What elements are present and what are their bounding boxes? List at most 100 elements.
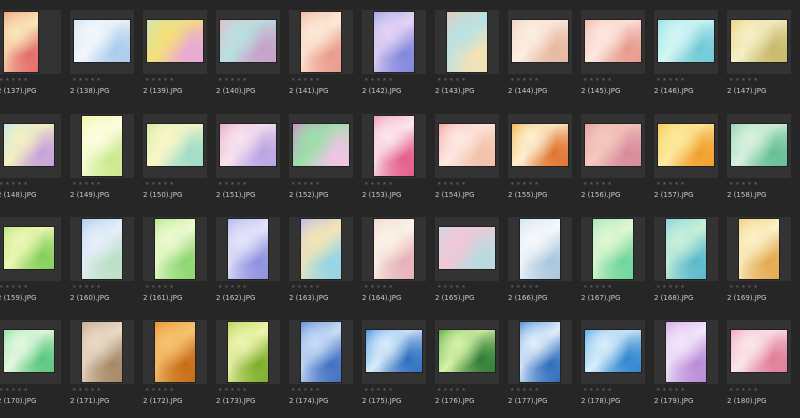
thumbnail-item[interactable]: ★★★★★ 2 (146).JPG [654, 8, 727, 108]
thumbnail-item[interactable]: ★★★★★ 2 (153).JPG [362, 112, 435, 212]
rating-stars[interactable]: ★★★★★ [510, 387, 540, 393]
thumbnail-item[interactable]: ★★★★★ 2 (163).JPG [289, 215, 362, 315]
thumbnail-image[interactable] [366, 330, 422, 372]
thumbnail-item[interactable]: ★★★★★ 2 (162).JPG [216, 215, 289, 315]
thumbnail-item[interactable]: ★★★★★ 2 (140).JPG [216, 8, 289, 108]
thumbnail-image[interactable] [4, 330, 54, 372]
rating-stars[interactable]: ★★★★★ [656, 181, 686, 187]
rating-stars[interactable]: ★★★★★ [291, 387, 321, 393]
rating-stars[interactable]: ★★★★★ [364, 181, 394, 187]
thumbnail-item[interactable]: ★★★★★ 2 (154).JPG [435, 112, 508, 212]
thumbnail-item[interactable]: ★★★★★ 2 (151).JPG [216, 112, 289, 212]
rating-stars[interactable]: ★★★★★ [72, 284, 102, 290]
rating-stars[interactable]: ★★★★★ [729, 284, 759, 290]
rating-stars[interactable]: ★★★★★ [145, 181, 175, 187]
thumbnail-image[interactable] [155, 322, 195, 382]
thumbnail-image[interactable] [82, 116, 122, 176]
thumbnail-image[interactable] [301, 219, 341, 279]
rating-stars[interactable]: ★★★★★ [729, 181, 759, 187]
rating-stars[interactable]: ★★★★★ [583, 284, 613, 290]
rating-stars[interactable]: ★★★★★ [0, 284, 29, 290]
thumbnail-item[interactable]: ★★★★★ 2 (172).JPG [143, 318, 216, 418]
rating-stars[interactable]: ★★★★★ [437, 181, 467, 187]
rating-stars[interactable]: ★★★★★ [72, 181, 102, 187]
thumbnail-image[interactable] [147, 20, 203, 62]
thumbnail-image[interactable] [666, 219, 706, 279]
thumbnail-item[interactable]: ★★★★★ 2 (139).JPG [143, 8, 216, 108]
thumbnail-image[interactable] [220, 124, 276, 166]
thumbnail-item[interactable]: ★★★★★ 2 (168).JPG [654, 215, 727, 315]
thumbnail-image[interactable] [147, 124, 203, 166]
thumbnail-image[interactable] [228, 219, 268, 279]
thumbnail-item[interactable]: ★★★★★ 2 (178).JPG [581, 318, 654, 418]
thumbnail-item[interactable]: ★★★★★ 2 (177).JPG [508, 318, 581, 418]
rating-stars[interactable]: ★★★★★ [291, 181, 321, 187]
thumbnail-item[interactable]: ★★★★★ 2 (150).JPG [143, 112, 216, 212]
rating-stars[interactable]: ★★★★★ [145, 387, 175, 393]
thumbnail-item[interactable]: ★★★★★ 2 (159).JPG [0, 215, 70, 315]
thumbnail-image[interactable] [585, 330, 641, 372]
thumbnail-item[interactable]: ★★★★★ 2 (155).JPG [508, 112, 581, 212]
rating-stars[interactable]: ★★★★★ [218, 284, 248, 290]
rating-stars[interactable]: ★★★★★ [656, 284, 686, 290]
thumbnail-image[interactable] [4, 12, 38, 72]
thumbnail-image[interactable] [520, 322, 560, 382]
thumbnail-item[interactable]: ★★★★★ 2 (156).JPG [581, 112, 654, 212]
thumbnail-item[interactable]: ★★★★★ 2 (164).JPG [362, 215, 435, 315]
thumbnail-item[interactable]: ★★★★★ 2 (179).JPG [654, 318, 727, 418]
rating-stars[interactable]: ★★★★★ [729, 387, 759, 393]
thumbnail-image[interactable] [739, 219, 779, 279]
thumbnail-item[interactable]: ★★★★★ 2 (138).JPG [70, 8, 143, 108]
rating-stars[interactable]: ★★★★★ [291, 284, 321, 290]
thumbnail-item[interactable]: ★★★★★ 2 (170).JPG [0, 318, 70, 418]
rating-stars[interactable]: ★★★★★ [145, 284, 175, 290]
rating-stars[interactable]: ★★★★★ [218, 181, 248, 187]
rating-stars[interactable]: ★★★★★ [364, 77, 394, 83]
thumbnail-image[interactable] [301, 12, 341, 72]
rating-stars[interactable]: ★★★★★ [218, 77, 248, 83]
thumbnail-item[interactable]: ★★★★★ 2 (167).JPG [581, 215, 654, 315]
thumbnail-image[interactable] [520, 219, 560, 279]
thumbnail-image[interactable] [658, 124, 714, 166]
thumbnail-image[interactable] [447, 12, 487, 72]
thumbnail-image[interactable] [593, 219, 633, 279]
rating-stars[interactable]: ★★★★★ [510, 284, 540, 290]
thumbnail-item[interactable]: ★★★★★ 2 (171).JPG [70, 318, 143, 418]
thumbnail-item[interactable]: ★★★★★ 2 (157).JPG [654, 112, 727, 212]
thumbnail-image[interactable] [512, 124, 568, 166]
rating-stars[interactable]: ★★★★★ [0, 181, 29, 187]
thumbnail-image[interactable] [374, 219, 414, 279]
rating-stars[interactable]: ★★★★★ [583, 77, 613, 83]
rating-stars[interactable]: ★★★★★ [437, 284, 467, 290]
rating-stars[interactable]: ★★★★★ [145, 77, 175, 83]
rating-stars[interactable]: ★★★★★ [656, 387, 686, 393]
thumbnail-item[interactable]: ★★★★★ 2 (169).JPG [727, 215, 800, 315]
rating-stars[interactable]: ★★★★★ [218, 387, 248, 393]
thumbnail-image[interactable] [301, 322, 341, 382]
thumbnail-item[interactable]: ★★★★★ 2 (160).JPG [70, 215, 143, 315]
thumbnail-item[interactable]: ★★★★★ 2 (149).JPG [70, 112, 143, 212]
thumbnail-image[interactable] [220, 20, 276, 62]
thumbnail-item[interactable]: ★★★★★ 2 (158).JPG [727, 112, 800, 212]
thumbnail-image[interactable] [439, 330, 495, 372]
thumbnail-item[interactable]: ★★★★★ 2 (144).JPG [508, 8, 581, 108]
rating-stars[interactable]: ★★★★★ [729, 77, 759, 83]
thumbnail-image[interactable] [658, 20, 714, 62]
thumbnail-item[interactable]: ★★★★★ 2 (175).JPG [362, 318, 435, 418]
thumbnail-image[interactable] [374, 116, 414, 176]
rating-stars[interactable]: ★★★★★ [656, 77, 686, 83]
rating-stars[interactable]: ★★★★★ [0, 77, 29, 83]
thumbnail-item[interactable]: ★★★★★ 2 (173).JPG [216, 318, 289, 418]
rating-stars[interactable]: ★★★★★ [72, 77, 102, 83]
thumbnail-image[interactable] [512, 20, 568, 62]
thumbnail-image[interactable] [731, 330, 787, 372]
thumbnail-item[interactable]: ★★★★★ 2 (166).JPG [508, 215, 581, 315]
thumbnail-item[interactable]: ★★★★★ 2 (176).JPG [435, 318, 508, 418]
rating-stars[interactable]: ★★★★★ [364, 284, 394, 290]
rating-stars[interactable]: ★★★★★ [510, 181, 540, 187]
thumbnail-item[interactable]: ★★★★★ 2 (147).JPG [727, 8, 800, 108]
thumbnail-item[interactable]: ★★★★★ 2 (165).JPG [435, 215, 508, 315]
thumbnail-image[interactable] [374, 12, 414, 72]
rating-stars[interactable]: ★★★★★ [437, 77, 467, 83]
rating-stars[interactable]: ★★★★★ [0, 387, 29, 393]
